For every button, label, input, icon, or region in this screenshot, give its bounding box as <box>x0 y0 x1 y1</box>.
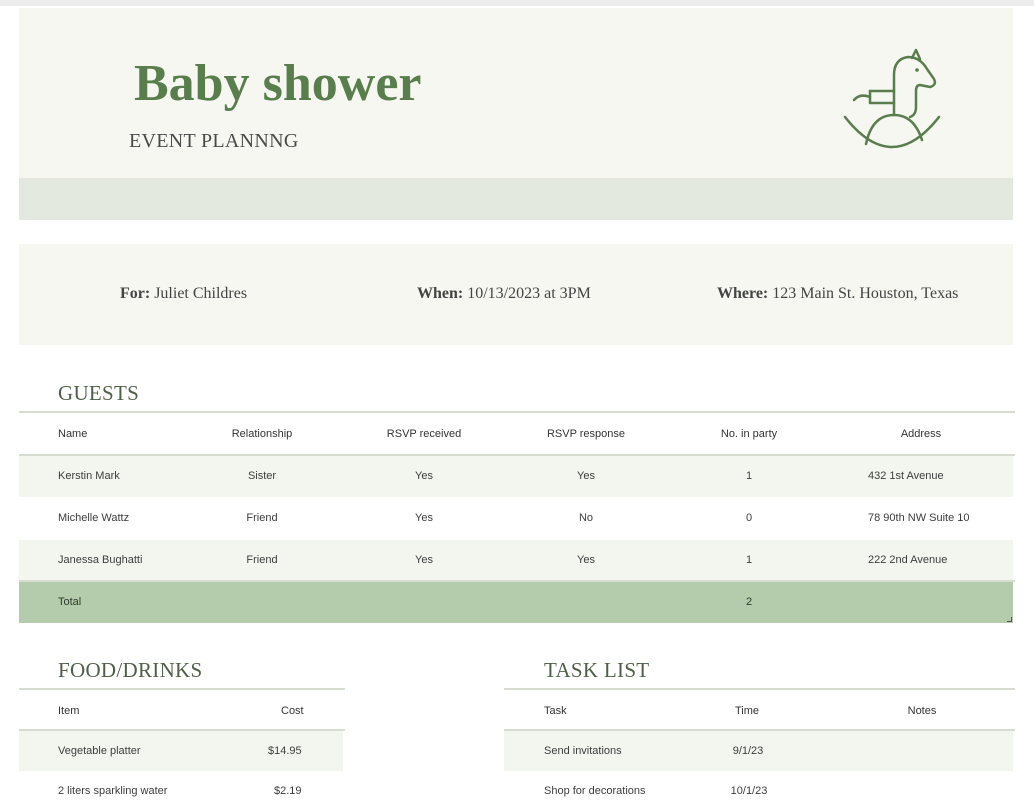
info-when-label: When: <box>417 285 464 302</box>
task-name: Send invitations <box>544 745 622 757</box>
col-rsvp-response: RSVP response <box>546 428 626 440</box>
info-where-label: Where: <box>717 285 769 302</box>
guest-rsvp-received: Yes <box>415 470 433 482</box>
guest-rsvp-response: No <box>578 512 594 524</box>
guest-address: 222 2nd Avenue <box>868 554 948 566</box>
guests-top-rule <box>19 411 1015 413</box>
task-name: Shop for decorations <box>544 785 646 797</box>
guest-relationship: Friend <box>246 554 278 566</box>
food-item: 2 liters sparkling water <box>58 785 168 797</box>
info-when-value: 10/13/2023 at 3PM <box>467 285 591 302</box>
col-time: Time <box>734 705 760 717</box>
tasks-top-rule <box>504 688 1015 690</box>
guest-party-count: 1 <box>745 554 753 566</box>
table-row <box>19 456 1013 497</box>
guest-address: 432 1st Avenue <box>868 470 944 482</box>
task-time: 9/1/23 <box>732 745 764 757</box>
total-value: 2 <box>745 596 753 608</box>
task-time: 10/1/23 <box>730 785 768 797</box>
table-resize-handle[interactable] <box>1007 617 1012 622</box>
col-rsvp-received: RSVP received <box>386 428 462 440</box>
info-for-label: For: <box>120 285 151 302</box>
guests-title: GUESTS <box>58 381 140 405</box>
food-cost: $14.95 <box>268 745 302 757</box>
guest-name: Michelle Wattz <box>58 512 130 524</box>
rocking-horse-icon <box>843 48 941 149</box>
info-where: Where: 123 Main St. Houston, Texas <box>717 285 958 303</box>
guest-relationship: Sister <box>247 470 277 482</box>
guest-party-count: 1 <box>745 470 753 482</box>
food-top-rule <box>19 688 345 690</box>
col-no-in-party: No. in party <box>720 428 778 440</box>
guest-name: Kerstin Mark <box>58 470 120 482</box>
col-name: Name <box>58 428 88 440</box>
col-item: Item <box>58 705 80 717</box>
header-band <box>19 178 1013 220</box>
tasks-title: TASK LIST <box>544 658 650 682</box>
guest-rsvp-response: Yes <box>577 470 595 482</box>
guest-address: 78 90th NW Suite 10 <box>868 512 970 524</box>
guest-name: Janessa Bughatti <box>58 554 143 566</box>
total-row: Total 2 <box>19 582 1013 623</box>
food-item: Vegetable platter <box>58 745 141 757</box>
info-where-value: 123 Main St. Houston, Texas <box>772 285 959 302</box>
page-subtitle: EVENT PLANNNG <box>129 130 299 152</box>
header-banner: Baby shower EVENT PLANNNG <box>19 8 1013 178</box>
top-border <box>0 0 1034 6</box>
col-address: Address <box>900 428 942 440</box>
info-for-value: Juliet Childres <box>154 285 248 302</box>
col-task: Task <box>544 705 567 717</box>
col-cost: Cost <box>281 705 304 717</box>
guest-party-count: 0 <box>745 512 753 524</box>
event-info-bar: For: Juliet Childres When: 10/13/2023 at… <box>19 244 1013 345</box>
total-label: Total <box>58 596 82 608</box>
info-for: For: Juliet Childres <box>120 285 247 303</box>
guest-rsvp-received: Yes <box>415 554 433 566</box>
col-relationship: Relationship <box>231 428 293 440</box>
guest-rsvp-received: Yes <box>415 512 433 524</box>
food-title: FOOD/DRINKS <box>58 658 203 682</box>
table-row <box>19 540 1013 581</box>
food-cost: $2.19 <box>274 785 302 797</box>
info-when: When: 10/13/2023 at 3PM <box>417 285 591 303</box>
guest-relationship: Friend <box>246 512 278 524</box>
col-notes: Notes <box>907 705 937 717</box>
page-title: Baby shower <box>134 55 422 112</box>
guest-rsvp-response: Yes <box>577 554 595 566</box>
